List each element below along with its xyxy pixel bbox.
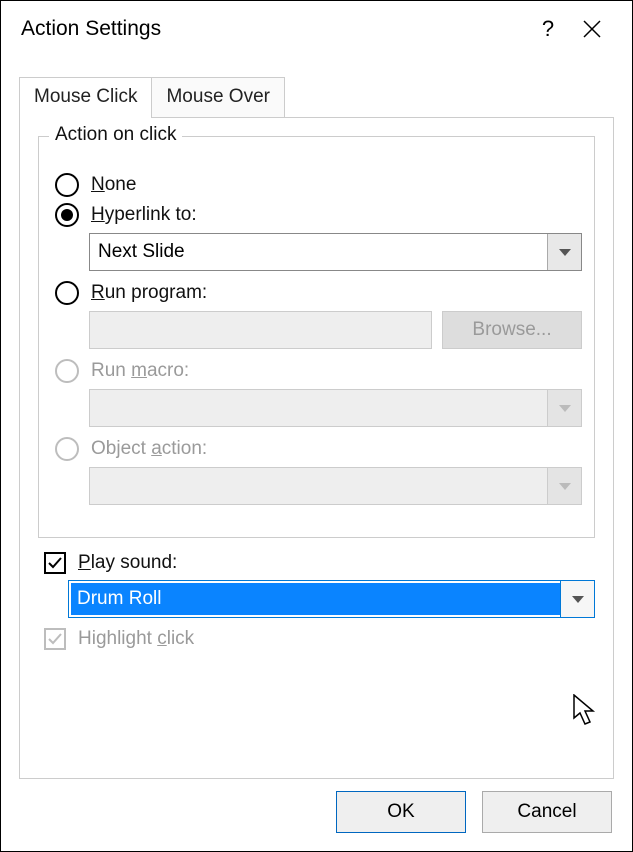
action-on-click-group: Action on click None Hyperlink to: Next … xyxy=(38,136,595,538)
none-row: None xyxy=(55,173,582,197)
hyperlink-row: Hyperlink to: xyxy=(55,203,582,227)
runprogram-textbox xyxy=(89,311,432,349)
checkmark-icon xyxy=(47,631,63,647)
runmacro-row: Run macro: xyxy=(55,359,582,383)
runprogram-row: Run program: xyxy=(55,281,582,305)
objectaction-dropdown-arrow xyxy=(547,468,581,504)
dialog-title: Action Settings xyxy=(21,17,526,41)
ok-button[interactable]: OK xyxy=(336,791,466,833)
objectaction-radio xyxy=(55,437,79,461)
hyperlink-dropdown-arrow[interactable] xyxy=(547,234,581,270)
objectaction-label: Object action: xyxy=(91,438,207,460)
close-button[interactable] xyxy=(570,19,614,39)
runprogram-input-row: Browse... xyxy=(89,311,582,349)
action-settings-dialog: Action Settings ? Mouse Click Mouse Over… xyxy=(0,0,633,852)
checkmark-icon xyxy=(47,555,63,571)
tabstrip: Mouse Click Mouse Over xyxy=(19,77,632,118)
highlight-checkbox xyxy=(44,628,66,650)
objectaction-row: Object action: xyxy=(55,437,582,461)
objectaction-combo xyxy=(89,467,582,505)
playsound-value: Drum Roll xyxy=(71,583,560,615)
hyperlink-label: Hyperlink to: xyxy=(91,204,197,226)
hyperlink-radio[interactable] xyxy=(55,203,79,227)
none-radio[interactable] xyxy=(55,173,79,197)
runprogram-label: Run program: xyxy=(91,282,207,304)
help-button[interactable]: ? xyxy=(526,16,570,42)
browse-button: Browse... xyxy=(442,311,582,349)
tab-content: Action on click None Hyperlink to: Next … xyxy=(19,117,614,779)
playsound-dropdown-arrow[interactable] xyxy=(560,581,594,617)
radio-dot-icon xyxy=(61,209,73,221)
titlebar: Action Settings ? xyxy=(1,1,632,57)
none-label: None xyxy=(91,174,136,196)
playsound-combo[interactable]: Drum Roll xyxy=(68,580,595,618)
playsound-checkbox[interactable] xyxy=(44,552,66,574)
runmacro-combo xyxy=(89,389,582,427)
highlight-row: Highlight click xyxy=(44,628,595,650)
chevron-down-icon xyxy=(559,405,571,412)
group-legend: Action on click xyxy=(49,124,182,146)
close-icon xyxy=(582,19,602,39)
chevron-down-icon xyxy=(559,483,571,490)
runmacro-label: Run macro: xyxy=(91,360,189,382)
playsound-label: Play sound: xyxy=(78,552,177,574)
highlight-label: Highlight click xyxy=(78,628,194,650)
playsound-row: Play sound: xyxy=(44,552,595,574)
runmacro-dropdown-arrow xyxy=(547,390,581,426)
hyperlink-value: Next Slide xyxy=(90,241,547,263)
runmacro-radio xyxy=(55,359,79,383)
hyperlink-combo[interactable]: Next Slide xyxy=(89,233,582,271)
tab-mouse-click[interactable]: Mouse Click xyxy=(19,77,152,118)
chevron-down-icon xyxy=(559,249,571,256)
runprogram-radio[interactable] xyxy=(55,281,79,305)
chevron-down-icon xyxy=(572,596,584,603)
cancel-button[interactable]: Cancel xyxy=(482,791,612,833)
tab-mouse-over[interactable]: Mouse Over xyxy=(152,77,284,118)
dialog-footer: OK Cancel xyxy=(336,791,612,833)
